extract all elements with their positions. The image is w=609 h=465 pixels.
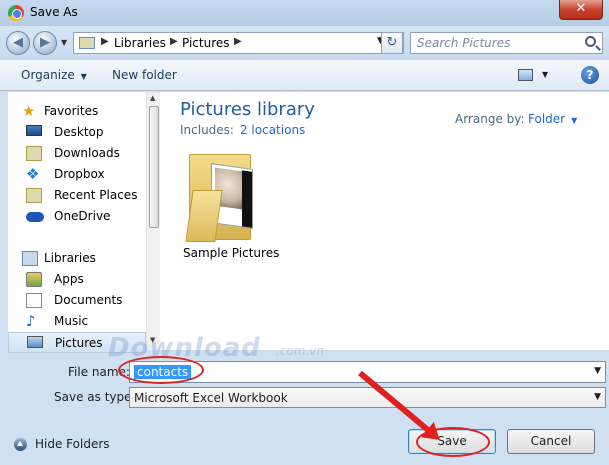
sidebar-item-apps[interactable]: Apps [8,269,146,290]
refresh-button[interactable]: ↻ [381,32,403,54]
command-toolbar: Organize ▼ New folder ▼ ? [0,60,609,91]
search-icon[interactable] [585,36,596,47]
organize-label: Organize [21,68,75,82]
search-input[interactable]: Search Pictures [410,32,603,54]
change-view-icon[interactable] [518,69,533,81]
address-part-libraries[interactable]: Libraries [114,36,166,50]
folder-item[interactable]: Sample Pictures [183,150,283,260]
music-icon: ♪ [26,312,36,330]
search-placeholder: Search Pictures [417,36,511,50]
navigation-scrollbar[interactable]: ▲ ▼ [146,92,160,350]
back-button[interactable]: ◀ [6,31,30,55]
watermark-suffix: .com.vn [276,344,324,358]
save-as-type-label: Save as type: [54,390,136,404]
save-as-type-select[interactable]: Microsoft Excel Workbook ▼ [129,387,606,408]
sidebar-item-recent-places[interactable]: Recent Places [8,185,146,206]
sidebar-item-label: Dropbox [54,167,105,181]
star-icon: ★ [22,102,36,120]
address-separator-icon[interactable]: ▶ [234,36,242,47]
sidebar-item-label: Pictures [55,336,103,350]
view-options-dropdown-icon[interactable]: ▼ [542,70,548,79]
sidebar-item-music[interactable]: ♪ Music [8,311,146,332]
includes-label: Includes: [180,123,234,137]
desktop-icon [26,125,42,136]
sidebar-item-label: Documents [54,293,123,307]
sidebar-item-label: Apps [54,272,84,286]
chevron-down-icon: ▼ [80,72,87,81]
recent-locations-dropdown-icon[interactable]: ▼ [61,38,67,47]
scrollbar-thumb[interactable] [149,106,159,228]
sidebar-item-favorites[interactable]: ★ Favorites [8,101,146,122]
hide-folders-label: Hide Folders [35,437,110,451]
sidebar-item-dropbox[interactable]: ❖ Dropbox [8,164,146,185]
onedrive-icon [26,212,44,222]
address-separator-icon[interactable]: ▶ [170,36,178,47]
sidebar-item-onedrive[interactable]: OneDrive [8,206,146,227]
sidebar-item-documents[interactable]: Documents [8,290,146,311]
address-part-pictures[interactable]: Pictures [182,36,230,50]
address-separator-icon[interactable]: ▶ [101,36,109,47]
save-as-type-value: Microsoft Excel Workbook [134,391,288,405]
arrange-by-dropdown[interactable]: Folder ▼ [528,112,577,126]
arrange-by-label: Arrange by: [455,112,525,126]
library-title: Pictures library [180,99,315,120]
sidebar-item-label: Libraries [44,251,96,265]
sidebar-item-label: Recent Places [54,188,138,202]
filename-highlight-ellipse [118,356,204,384]
folder-icon [79,37,95,49]
arrange-by-value: Folder [528,112,566,126]
sidebar-item-label: Desktop [54,125,104,139]
organize-menu[interactable]: Organize ▼ [21,68,87,82]
navigation-pane: ★ Favorites Desktop Downloads ❖ Dropbox … [8,92,160,353]
folder-label: Sample Pictures [183,246,280,260]
recent-places-icon [26,188,42,203]
sidebar-item-libraries[interactable]: Libraries [8,248,146,269]
sidebar-item-downloads[interactable]: Downloads [8,143,146,164]
pictures-icon [27,336,43,348]
documents-icon [26,293,42,308]
chevron-down-icon[interactable]: ▼ [594,392,601,402]
apps-icon [26,272,42,287]
help-icon[interactable]: ? [581,66,599,84]
sidebar-item-label: OneDrive [54,209,111,223]
locations-link[interactable]: 2 locations [240,123,305,137]
downloads-icon [26,146,42,161]
libraries-icon [22,251,38,266]
sidebar-item-label: Favorites [44,104,99,118]
close-button[interactable]: ✕ [559,0,603,20]
chevron-down-icon: ▼ [571,116,578,125]
sidebar-item-label: Music [54,314,89,328]
includes-line: Includes: 2 locations [180,123,305,137]
cancel-button[interactable]: Cancel [507,429,595,454]
file-name-dropdown-icon[interactable]: ▼ [594,366,601,376]
file-list-pane: Pictures library Includes: 2 locations Ar… [160,92,609,350]
window-title: Save As [30,5,78,19]
address-bar[interactable]: ▶ Libraries ▶ Pictures ▶ ▼ [73,32,404,54]
title-bar: Save As ✕ [0,0,609,26]
dropbox-icon: ❖ [26,165,40,183]
photo-thumbnail-edge [242,170,252,228]
chrome-app-icon [8,5,24,21]
new-folder-button[interactable]: New folder [112,68,177,82]
sidebar-item-desktop[interactable]: Desktop [8,122,146,143]
sidebar-item-label: Downloads [54,146,120,160]
navigation-bar: ◀ ▶ ▼ ▶ Libraries ▶ Pictures ▶ ▼ ↻ Searc… [0,26,609,60]
forward-button[interactable]: ▶ [33,31,57,55]
scroll-up-icon[interactable]: ▲ [150,94,155,102]
collapse-icon [14,438,27,451]
